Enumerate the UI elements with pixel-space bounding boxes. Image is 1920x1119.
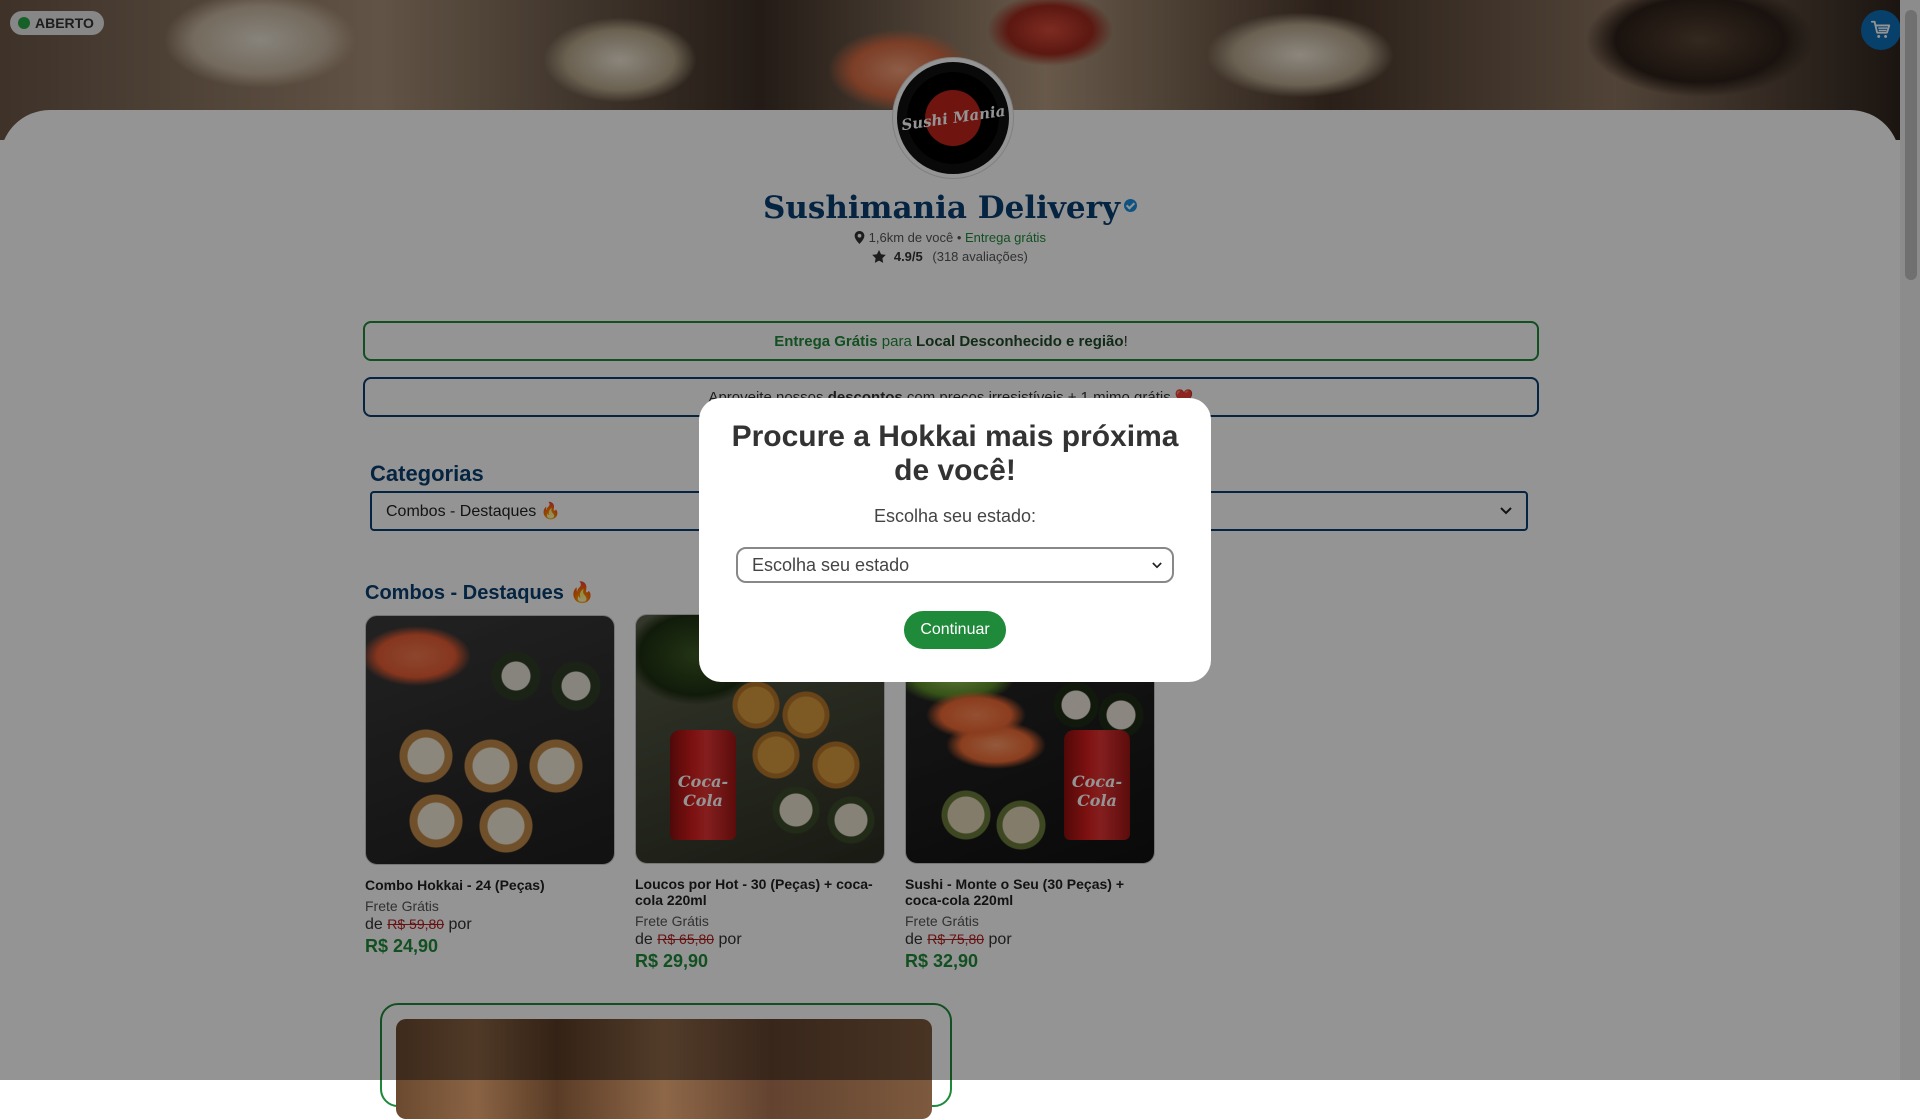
state-select[interactable]: Escolha seu estado bbox=[736, 547, 1174, 583]
state-select-value: Escolha seu estado bbox=[752, 554, 910, 575]
modal-title: Procure a Hokkai mais próxima de você! bbox=[731, 420, 1179, 487]
modal-label: Escolha seu estado: bbox=[873, 506, 1037, 526]
chevron-down-icon bbox=[1152, 561, 1162, 568]
state-modal: Procure a Hokkai mais próxima de você! E… bbox=[699, 398, 1211, 682]
continue-button[interactable]: Continuar bbox=[904, 611, 1006, 649]
